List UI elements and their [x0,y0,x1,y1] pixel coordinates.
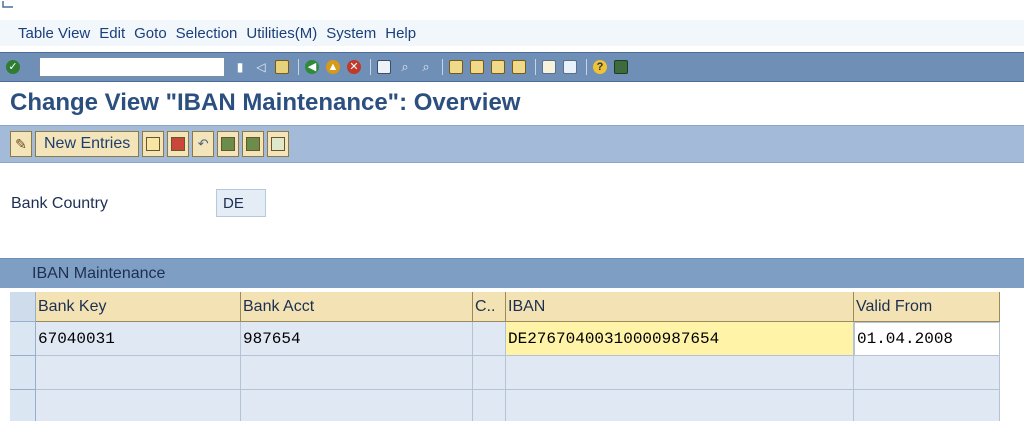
control-key-cell[interactable] [473,322,506,356]
table-row [10,356,1000,390]
bank-acct-cell[interactable]: 987654 [241,322,473,356]
display-change-button[interactable]: ✎ [10,131,32,157]
application-toolbar: ✎ New Entries ↶ [0,125,1024,163]
select-all-rows-cell[interactable] [10,292,36,322]
iban-cell[interactable] [506,390,854,421]
copy-icon [146,137,161,151]
menu-goto[interactable]: Goto [134,25,167,42]
iban-cell[interactable]: DE27670400310000987654 [506,322,854,356]
corner-resize-icon [2,1,13,8]
select-all-icon [221,137,236,151]
bank-acct-cell[interactable] [241,390,473,421]
menu-table-view[interactable]: Table View [18,25,90,42]
menu-utilities[interactable]: Utilities(M) [246,25,317,42]
enter-check-icon[interactable]: ✓ [4,58,22,76]
toolbar-separator [298,59,299,75]
menu-system[interactable]: System [326,25,376,42]
help-icon[interactable]: ? [591,58,609,76]
toolbar-separator [586,59,587,75]
pencil-glasses-icon: ✎ [15,135,27,152]
select-block-icon [246,137,261,151]
row-selector[interactable] [10,390,36,421]
prev-page-icon[interactable] [468,58,486,76]
undo-icon: ↶ [197,136,209,151]
exit-icon[interactable]: ▲ [324,58,342,76]
valid-from-cell[interactable]: 01.04.2008 [854,322,1000,356]
column-header-valid-from[interactable]: Valid From [854,292,1000,322]
last-page-icon[interactable] [510,58,528,76]
create-session-icon[interactable] [540,58,558,76]
menu-help[interactable]: Help [385,25,416,42]
table-header-row: Bank Key Bank Acct C.. IBAN Valid From [10,292,1000,322]
valid-from-cell[interactable] [854,356,1000,390]
bank-key-cell[interactable] [36,356,241,390]
select-all-button[interactable] [217,131,240,157]
print-icon[interactable] [375,58,393,76]
valid-from-cell[interactable] [854,390,1000,421]
first-page-icon[interactable] [447,58,465,76]
iban-cell[interactable] [506,356,854,390]
column-header-control-key[interactable]: C.. [473,292,506,322]
cancel-icon[interactable]: ✕ [345,58,363,76]
new-entries-button[interactable]: New Entries [35,131,140,157]
column-header-bank-key[interactable]: Bank Key [36,292,241,322]
shortcut-icon[interactable] [561,58,579,76]
back-icon[interactable]: ◀ [303,58,321,76]
table-title: IBAN Maintenance [0,258,1024,288]
command-field[interactable] [39,57,225,77]
next-page-icon[interactable] [489,58,507,76]
row-selector[interactable] [10,322,36,356]
back-arrow-icon[interactable]: ◁ [252,58,270,76]
undo-change-button[interactable]: ↶ [192,131,215,157]
delete-button[interactable] [167,131,190,157]
iban-table: Bank Key Bank Acct C.. IBAN Valid From 6… [10,292,1000,421]
toolbar-separator [370,59,371,75]
select-block-button[interactable] [242,131,265,157]
bank-country-label: Bank Country [11,195,108,212]
toolbar-separator [535,59,536,75]
menu-edit[interactable]: Edit [99,25,125,42]
page-title: Change View "IBAN Maintenance": Overview [10,89,521,116]
bank-key-cell[interactable] [36,390,241,421]
bank-key-cell[interactable]: 67040031 [36,322,241,356]
column-header-iban[interactable]: IBAN [506,292,854,322]
save-icon[interactable] [273,58,291,76]
menu-bar: Table View Edit Goto Selection Utilities… [0,20,1024,46]
toolbar-separator [442,59,443,75]
control-key-cell[interactable] [473,356,506,390]
row-selector[interactable] [10,356,36,390]
deselect-all-icon [271,137,286,151]
menu-selection[interactable]: Selection [176,25,238,42]
table-row [10,390,1000,421]
find-next-icon[interactable]: ⌕ [417,58,435,76]
bank-country-field[interactable]: DE [216,189,266,217]
find-icon[interactable]: ⌕ [396,58,414,76]
layout-menu-icon[interactable] [612,58,630,76]
table-row: 67040031 987654 DE27670400310000987654 0… [10,322,1000,356]
system-toolbar: ✓ ▮ ◁ ◀ ▲ ✕ ⌕ ⌕ ? [0,52,1024,82]
bank-acct-cell[interactable] [241,356,473,390]
delete-icon [171,137,186,151]
column-header-bank-acct[interactable]: Bank Acct [241,292,473,322]
deselect-all-button[interactable] [267,131,290,157]
control-key-cell[interactable] [473,390,506,421]
command-history-icon[interactable]: ▮ [231,58,249,76]
copy-as-button[interactable] [142,131,165,157]
